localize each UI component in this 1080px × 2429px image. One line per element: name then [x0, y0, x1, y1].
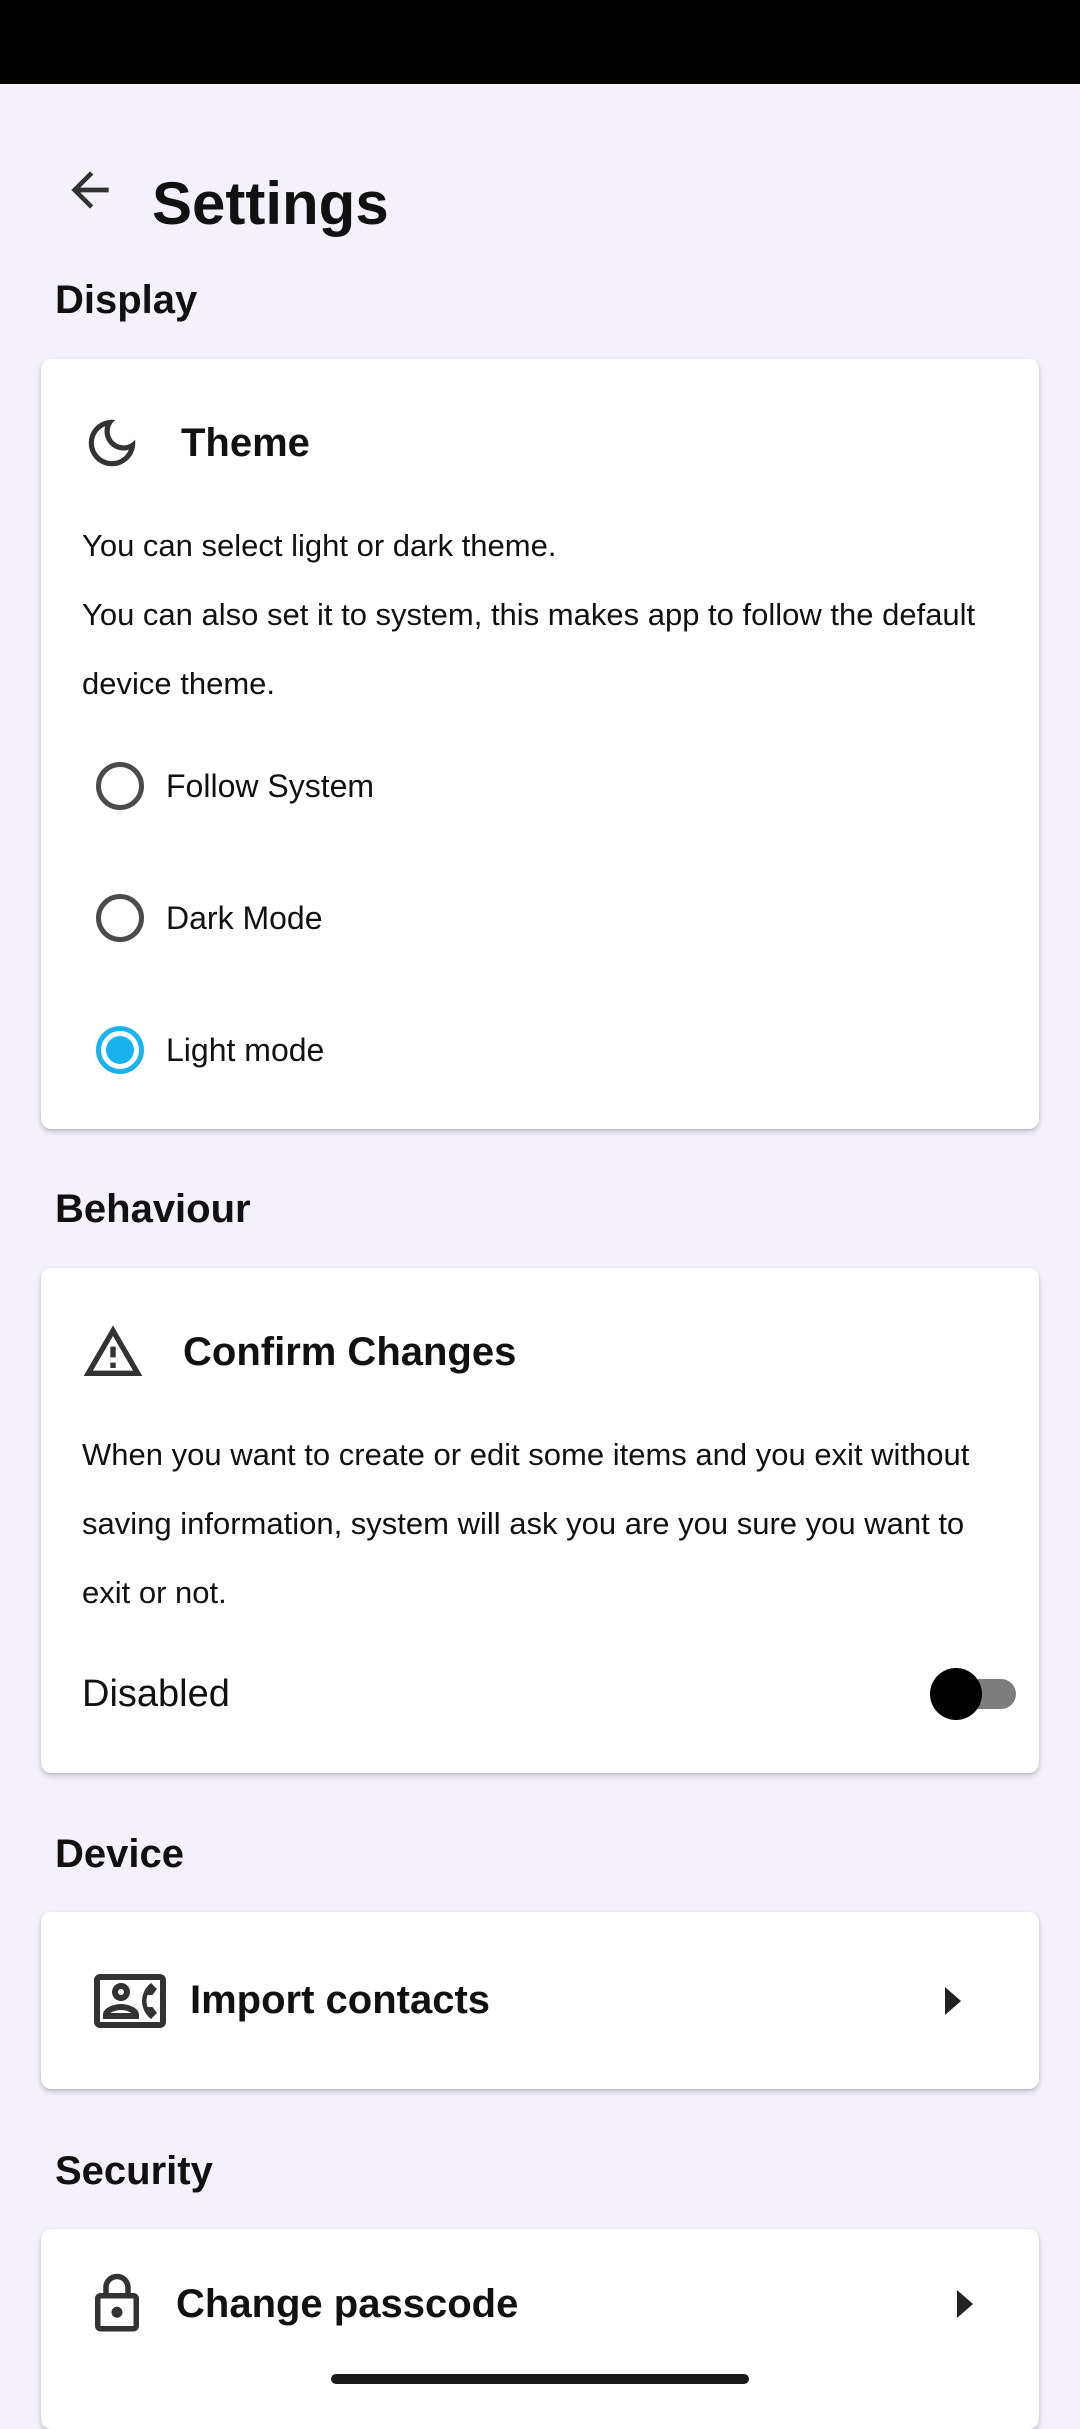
- moon-icon: [88, 419, 136, 467]
- page-title: Settings: [152, 170, 389, 237]
- import-contacts-label: Import contacts: [190, 1978, 491, 2022]
- chevron-right-icon: [957, 2290, 973, 2318]
- app-bar: Settings: [0, 124, 1080, 237]
- radio-follow-system[interactable]: Follow System: [96, 741, 696, 831]
- confirm-description: When you want to create or edit some ite…: [82, 1437, 970, 1610]
- theme-card-header: Theme: [81, 403, 310, 483]
- back-button[interactable]: [48, 148, 132, 232]
- import-contacts-row[interactable]: Import contacts: [41, 1912, 1039, 2089]
- radio-label: Dark Mode: [166, 899, 323, 936]
- contact-card-icon: [94, 1973, 166, 2028]
- theme-card: Theme You can select light or dark theme…: [41, 359, 1039, 1129]
- change-passcode-card[interactable]: Change passcode: [41, 2229, 1039, 2429]
- toggle-label: Disabled: [82, 1672, 230, 1715]
- section-label-behaviour: Behaviour: [55, 1187, 251, 1231]
- confirm-changes-card: Confirm Changes When you want to create …: [41, 1268, 1039, 1773]
- section-label-security: Security: [55, 2149, 213, 2193]
- radio-label: Light mode: [166, 1031, 325, 1068]
- section-label-device: Device: [55, 1832, 184, 1876]
- confirm-toggle-row[interactable]: Disabled: [82, 1649, 1016, 1739]
- warning-icon: [83, 1325, 143, 1376]
- confirm-card-header: Confirm Changes: [81, 1312, 516, 1392]
- chevron-right-icon: [945, 1986, 961, 2015]
- theme-card-title: Theme: [181, 420, 310, 465]
- confirm-card-title: Confirm Changes: [183, 1329, 517, 1374]
- arrow-back-icon: [71, 171, 109, 209]
- section-label-display: Display: [55, 278, 198, 322]
- radio-light-mode[interactable]: Light mode: [96, 1005, 696, 1095]
- change-passcode-row[interactable]: Change passcode: [41, 2229, 1039, 2379]
- import-contacts-card[interactable]: Import contacts: [41, 1912, 1039, 2089]
- confirm-changes-switch[interactable]: [924, 1664, 1016, 1724]
- lock-icon: [95, 2273, 139, 2332]
- status-bar: [0, 0, 1080, 84]
- radio-button[interactable]: [96, 894, 144, 942]
- home-indicator[interactable]: [331, 2374, 749, 2384]
- radio-button[interactable]: [96, 762, 144, 810]
- radio-button-selected[interactable]: [96, 1026, 144, 1074]
- theme-description: You can select light or dark theme. You …: [82, 528, 976, 701]
- radio-dark-mode[interactable]: Dark Mode: [96, 873, 696, 963]
- radio-label: Follow System: [166, 767, 375, 804]
- change-passcode-label: Change passcode: [176, 2281, 519, 2326]
